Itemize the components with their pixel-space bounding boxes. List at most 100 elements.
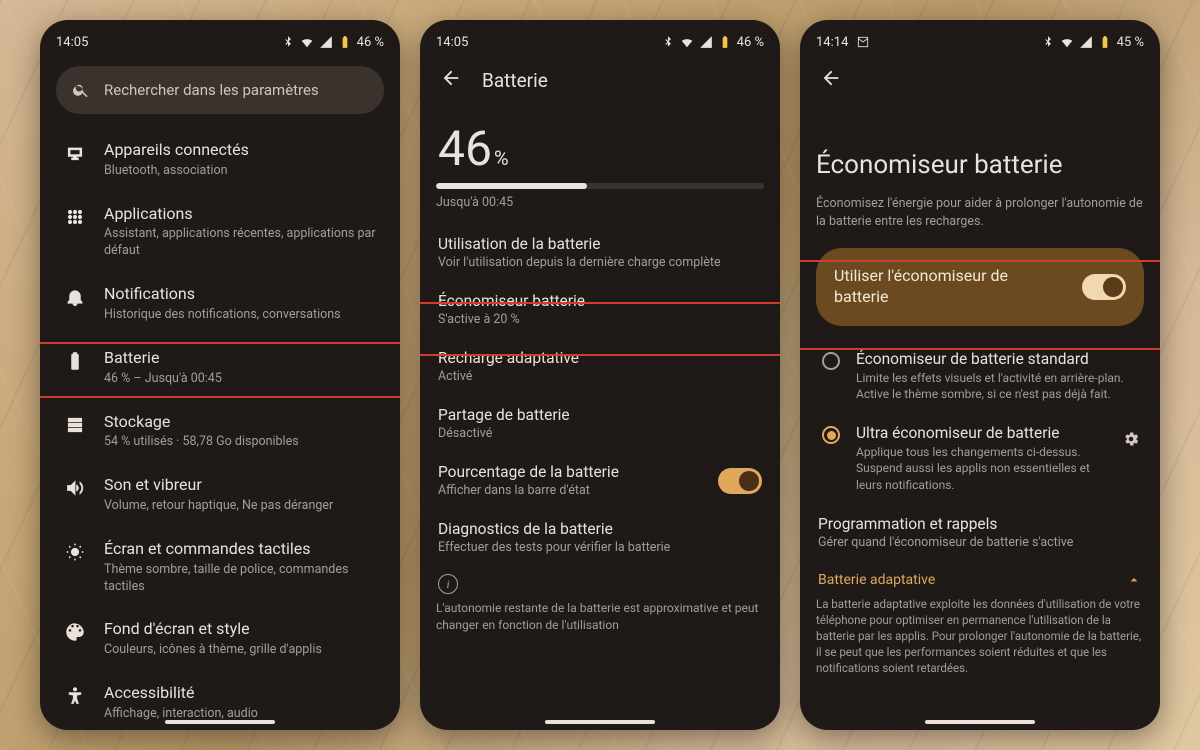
battery-screen: 14:05 46 % Batterie 46% Jusqu'à 00:45 Ut… bbox=[420, 20, 780, 730]
radio-standard[interactable]: Économiseur de batterie standard Limite … bbox=[816, 342, 1144, 416]
item-title: Accessibilité bbox=[104, 683, 376, 704]
battery-icon bbox=[338, 35, 352, 49]
setting-battery-share[interactable]: Partage de batterie Désactivé bbox=[436, 395, 764, 452]
footnote: L'autonomie restante de la batterie est … bbox=[436, 600, 764, 634]
item-sub: Volume, retour haptique, Ne pas déranger bbox=[104, 498, 376, 515]
sidebar-item-storage[interactable]: Stockage54 % utilisés · 58,78 Go disponi… bbox=[56, 400, 384, 464]
gesture-bar[interactable] bbox=[545, 720, 655, 724]
battery-icon bbox=[1098, 35, 1112, 49]
item-title: Son et vibreur bbox=[104, 475, 376, 496]
item-title: Stockage bbox=[104, 412, 376, 433]
page-desc: Économisez l'énergie pour aider à prolon… bbox=[816, 195, 1144, 230]
sidebar-item-battery[interactable]: Batterie 46 % – Jusqu'à 00:45 bbox=[56, 336, 384, 400]
item-title: Écran et commandes tactiles bbox=[104, 539, 376, 560]
status-time: 14:05 bbox=[56, 35, 88, 50]
status-time: 14:05 bbox=[436, 35, 468, 50]
item-title: Applications bbox=[104, 204, 376, 225]
sound-icon bbox=[64, 477, 86, 499]
devices-icon bbox=[64, 142, 86, 164]
item-sub: Historique des notifications, conversati… bbox=[104, 307, 376, 324]
search-settings-input[interactable]: Rechercher dans les paramètres bbox=[56, 66, 384, 114]
gesture-bar[interactable] bbox=[165, 720, 275, 724]
chevron-up-icon bbox=[1126, 572, 1142, 588]
ultra-settings-button[interactable] bbox=[1120, 430, 1142, 448]
status-battery-pct: 45 % bbox=[1117, 35, 1144, 50]
display-icon bbox=[64, 541, 86, 563]
screen-header bbox=[816, 58, 1144, 102]
palette-icon bbox=[64, 621, 86, 643]
bell-icon bbox=[64, 286, 86, 308]
accessibility-icon bbox=[64, 685, 86, 707]
status-icons: 46 % bbox=[281, 35, 384, 50]
item-title: Fond d'écran et style bbox=[104, 619, 376, 640]
gesture-bar[interactable] bbox=[925, 720, 1035, 724]
signal-icon bbox=[319, 35, 333, 49]
gear-icon bbox=[1122, 430, 1140, 448]
gmail-icon bbox=[856, 35, 870, 49]
radio-button[interactable] bbox=[822, 426, 840, 444]
page-title: Économiseur batterie bbox=[816, 150, 1144, 181]
wifi-icon bbox=[680, 35, 694, 49]
item-sub: Thème sombre, taille de police, commande… bbox=[104, 562, 376, 596]
search-placeholder: Rechercher dans les paramètres bbox=[104, 81, 319, 99]
item-sub: Couleurs, icônes à thème, grille d'appli… bbox=[104, 642, 376, 659]
setting-battery-percent[interactable]: Pourcentage de la batterie Afficher dans… bbox=[436, 452, 764, 509]
battery-progress bbox=[436, 183, 764, 189]
setting-battery-saver[interactable]: Économiseur batterie S'active à 20 % bbox=[436, 281, 764, 338]
status-time: 14:14 bbox=[816, 35, 848, 50]
bluetooth-icon bbox=[281, 35, 295, 49]
setting-adaptive-charging[interactable]: Recharge adaptative Activé bbox=[436, 338, 764, 395]
radio-ultra[interactable]: Ultra économiseur de batterie Applique t… bbox=[816, 416, 1144, 507]
screen-header: Batterie bbox=[436, 58, 764, 102]
toggle-label: Utiliser l'économiseur de batterie bbox=[834, 266, 1034, 308]
item-sub: 46 % – Jusqu'à 00:45 bbox=[104, 371, 376, 388]
settings-screen: 14:05 46 % Rechercher dans les paramètre… bbox=[40, 20, 400, 730]
adaptive-desc: La batterie adaptative exploite les donn… bbox=[816, 596, 1144, 676]
page-title: Batterie bbox=[482, 69, 548, 92]
adaptive-battery-collapse[interactable]: Batterie adaptative bbox=[816, 562, 1144, 596]
wifi-icon bbox=[1060, 35, 1074, 49]
battery-icon bbox=[718, 35, 732, 49]
sidebar-item-applications[interactable]: ApplicationsAssistant, applications réce… bbox=[56, 192, 384, 273]
battery-until: Jusqu'à 00:45 bbox=[436, 195, 764, 210]
status-battery-pct: 46 % bbox=[357, 35, 384, 50]
apps-icon bbox=[64, 206, 86, 228]
status-bar: 14:14 45 % bbox=[816, 30, 1144, 54]
search-icon bbox=[72, 81, 90, 99]
setting-diagnostics[interactable]: Diagnostics de la batterie Effectuer des… bbox=[436, 509, 764, 566]
item-title: Notifications bbox=[104, 284, 376, 305]
info-icon: i bbox=[438, 574, 458, 594]
toggle-switch[interactable] bbox=[1082, 274, 1126, 300]
wifi-icon bbox=[300, 35, 314, 49]
status-bar: 14:05 46 % bbox=[56, 30, 384, 54]
status-bar: 14:05 46 % bbox=[436, 30, 764, 54]
battery-saver-master-toggle[interactable]: Utiliser l'économiseur de batterie bbox=[816, 248, 1144, 326]
battery-percent-toggle[interactable] bbox=[718, 468, 762, 494]
sidebar-item-display[interactable]: Écran et commandes tactilesThème sombre,… bbox=[56, 527, 384, 608]
sidebar-item-wallpaper[interactable]: Fond d'écran et style Couleurs, icônes à … bbox=[56, 607, 384, 671]
bluetooth-icon bbox=[661, 35, 675, 49]
item-title: Batterie bbox=[104, 348, 376, 369]
item-title: Appareils connectés bbox=[104, 140, 376, 161]
sidebar-item-connected-devices[interactable]: Appareils connectés Bluetooth, associatio… bbox=[56, 128, 384, 192]
item-sub: Bluetooth, association bbox=[104, 163, 376, 180]
status-icons: 46 % bbox=[661, 35, 764, 50]
battery-percentage: 46% bbox=[438, 120, 764, 177]
status-battery-pct: 46 % bbox=[737, 35, 764, 50]
signal-icon bbox=[699, 35, 713, 49]
item-sub: 54 % utilisés · 58,78 Go disponibles bbox=[104, 434, 376, 451]
radio-button[interactable] bbox=[822, 352, 840, 370]
setting-schedule[interactable]: Programmation et rappels Gérer quand l'é… bbox=[816, 507, 1144, 562]
battery-nav-icon bbox=[64, 350, 86, 372]
item-sub: Assistant, applications récentes, applic… bbox=[104, 226, 376, 260]
storage-icon bbox=[64, 414, 86, 436]
bluetooth-icon bbox=[1041, 35, 1055, 49]
back-button[interactable] bbox=[820, 67, 842, 93]
battery-saver-screen: 14:14 45 % Économiseur batterie Économis… bbox=[800, 20, 1160, 730]
signal-icon bbox=[1079, 35, 1093, 49]
back-button[interactable] bbox=[440, 67, 462, 93]
status-icons: 45 % bbox=[1041, 35, 1144, 50]
setting-usage[interactable]: Utilisation de la batterie Voir l'utilis… bbox=[436, 224, 764, 281]
sidebar-item-notifications[interactable]: Notifications Historique des notification… bbox=[56, 272, 384, 336]
sidebar-item-sound[interactable]: Son et vibreur Volume, retour haptique, N… bbox=[56, 463, 384, 527]
